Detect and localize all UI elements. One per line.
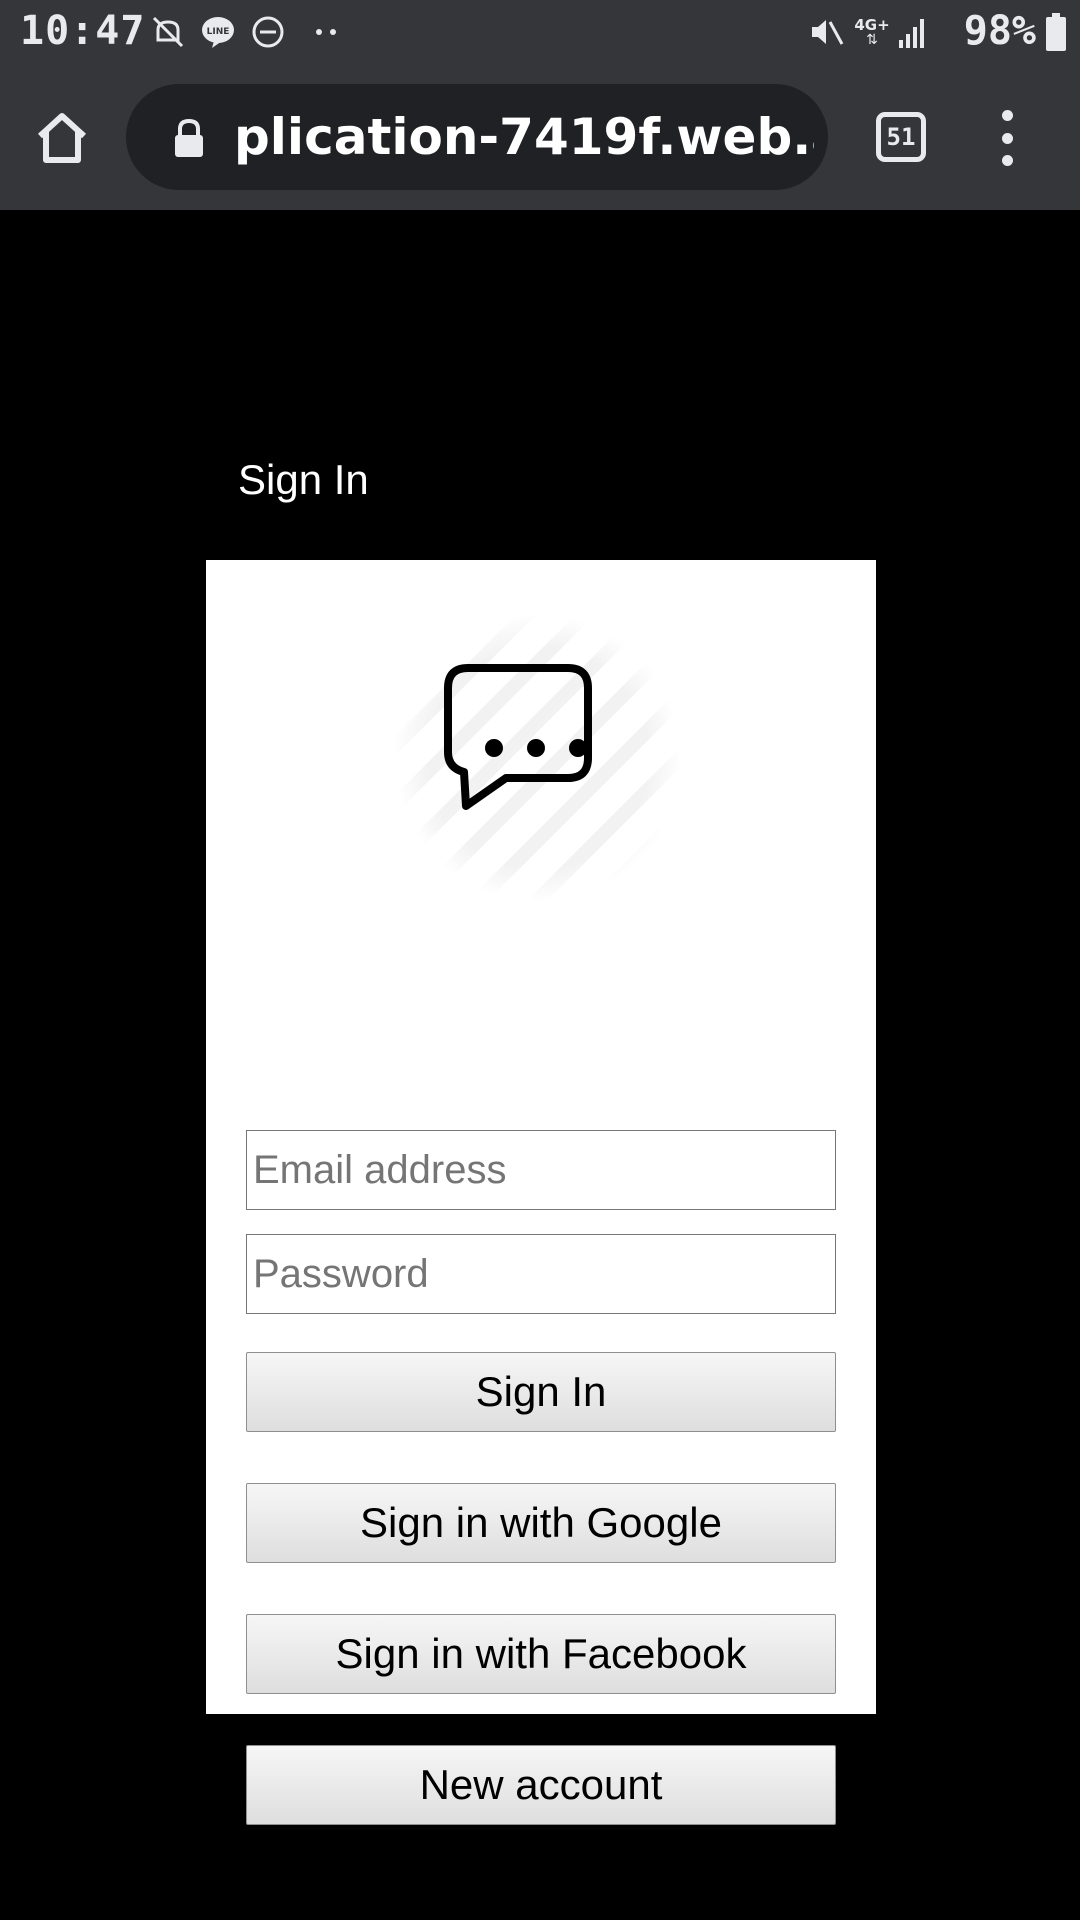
browser-menu-button[interactable] [992,110,1022,166]
home-icon[interactable] [30,106,94,170]
alarm-off-icon [148,14,188,50]
svg-text:LINE: LINE [207,27,230,37]
tab-switcher-button[interactable]: 51 [876,112,926,162]
email-field[interactable] [246,1130,836,1210]
new-account-button[interactable]: New account [246,1745,836,1825]
sign-in-card: Sign In Sign in with Google Sign in with… [206,560,876,1825]
network-label: 4G+ [854,16,890,34]
battery-percent: 98% [963,8,1036,54]
lock-icon [172,118,206,158]
menu-dot [1001,110,1013,121]
address-bar[interactable]: plication-7419f.web.app [126,84,828,190]
network-4g-icon: 4G+ ⇅ [854,16,890,48]
battery-icon [1044,13,1068,51]
chat-bubble-icon [396,616,680,900]
url-text: plication-7419f.web.app [234,108,814,166]
line-app-icon: LINE [198,14,238,50]
browser-toolbar: plication-7419f.web.app 51 [0,64,1080,210]
status-time: 10:47 [20,8,146,54]
page-content: Sign In Sign In Sign in with Google Sign… [0,210,1080,1920]
menu-dot [1001,132,1013,144]
signal-icon [896,14,930,50]
google-sign-in-button[interactable]: Sign in with Google [246,1483,836,1563]
do-not-disturb-icon [248,14,288,50]
password-field[interactable] [246,1234,836,1314]
status-bar: 10:47 LINE 4G+ ⇅ 98% [0,0,1080,64]
page-title: Sign In [238,456,369,503]
menu-dot [1001,155,1013,166]
mute-icon [806,14,846,50]
sign-in-button[interactable]: Sign In [246,1352,836,1432]
more-dots-icon [308,14,344,50]
facebook-sign-in-button[interactable]: Sign in with Facebook [246,1614,836,1694]
